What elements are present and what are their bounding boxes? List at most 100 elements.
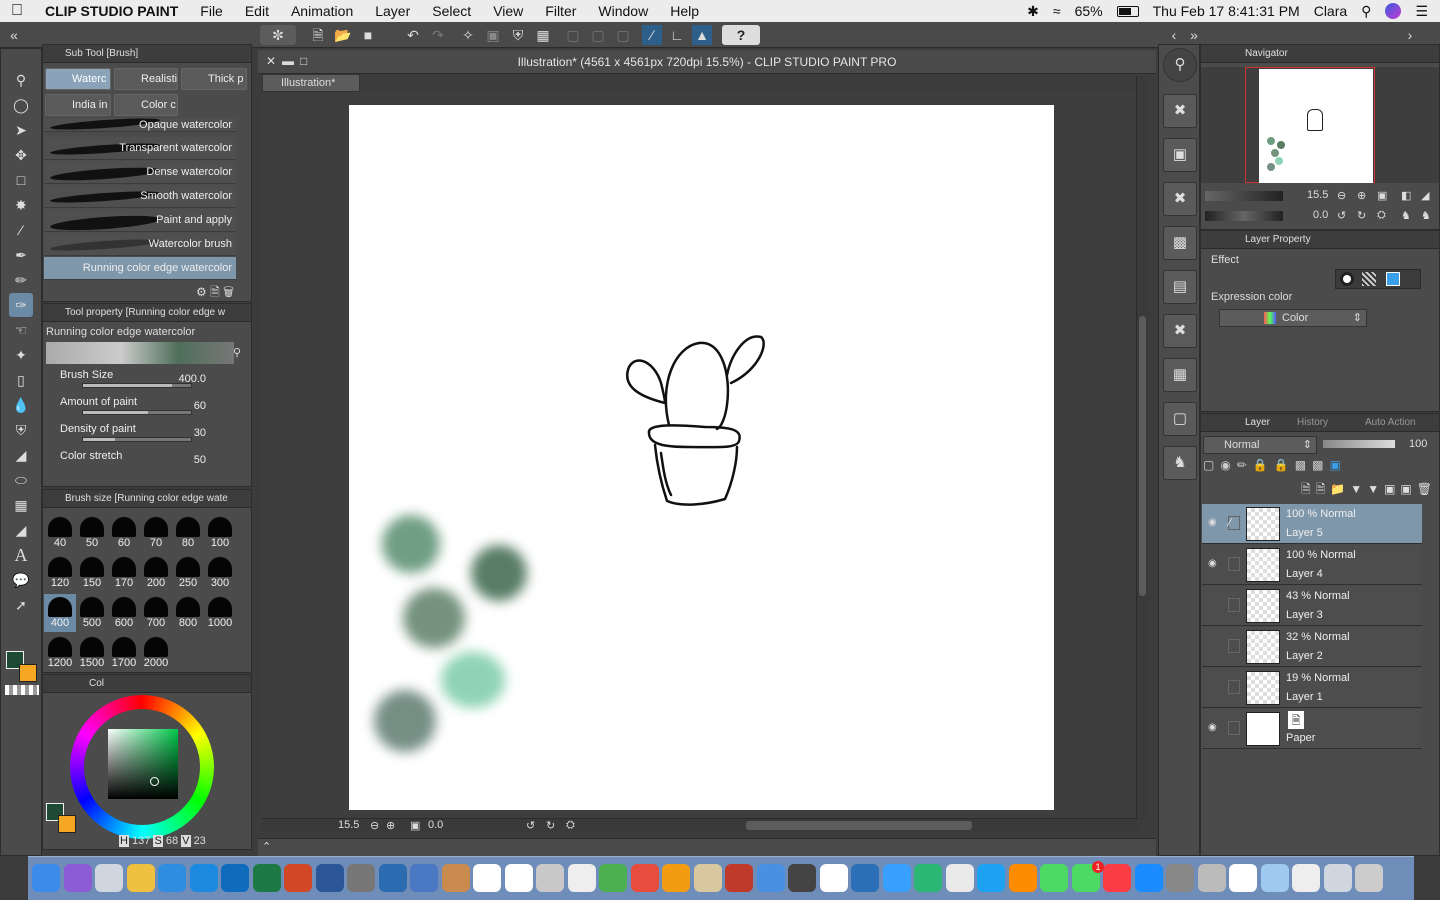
new-raster-layer-icon[interactable]: 🗎: [1301, 482, 1316, 496]
dock-app-icon[interactable]: [536, 864, 564, 892]
navigator-preview[interactable]: [1201, 67, 1439, 183]
fill-icon[interactable]: ⛨: [508, 25, 528, 45]
dock-app-icon[interactable]: [504, 864, 533, 892]
horizontal-scroll-thumb[interactable]: [746, 821, 972, 830]
clear-outside-icon[interactable]: ▣: [483, 25, 503, 45]
color-picker-cursor[interactable]: [150, 777, 159, 786]
material-icon[interactable]: ✖: [1163, 94, 1197, 128]
brush-size-preset[interactable]: 1500: [76, 634, 108, 672]
ruler-tool-icon[interactable]: ◢: [9, 518, 33, 542]
menu-window[interactable]: Window: [587, 3, 659, 19]
mask-enable-icon[interactable]: ▩: [1295, 458, 1312, 472]
saturation-value-square[interactable]: [108, 729, 178, 799]
canvas-zoom-value[interactable]: 15.5: [338, 819, 359, 831]
blend-mode-dropdown[interactable]: Normal ⇕: [1203, 436, 1317, 454]
brush-size-preset[interactable]: 1000: [204, 594, 236, 632]
move-layer-tool-icon[interactable]: ✥: [9, 143, 33, 167]
reference-layer-icon[interactable]: ◉: [1220, 458, 1236, 472]
frame-border-tool-icon[interactable]: ▦: [9, 493, 33, 517]
layer-edit-target-icon[interactable]: ∕: [1228, 516, 1240, 530]
undo-icon[interactable]: ↶: [403, 25, 423, 45]
user-name[interactable]: Clara: [1314, 3, 1347, 19]
expression-color-dropdown[interactable]: Color ⇕: [1219, 309, 1367, 327]
expand-timeline-icon[interactable]: ⌃: [262, 840, 271, 853]
layer-edit-target-icon[interactable]: [1228, 557, 1240, 571]
menu-help[interactable]: Help: [659, 3, 710, 19]
snap-to-special-ruler-icon[interactable]: ∟: [667, 25, 687, 45]
brush-size-preset[interactable]: 600: [108, 594, 140, 632]
navigator-zoom-value[interactable]: 15.5: [1307, 189, 1328, 201]
material-pattern-icon[interactable]: ✖: [1163, 182, 1197, 216]
apple-menu-icon[interactable]: : [0, 2, 34, 20]
new-vector-layer-icon[interactable]: 🗎: [1316, 482, 1331, 496]
create-mask-icon[interactable]: ▣: [1384, 482, 1400, 496]
subtool-tab-watercolor[interactable]: Waterc: [45, 68, 111, 90]
layer-color-effect-icon[interactable]: [1386, 272, 1400, 286]
ruler-display-icon[interactable]: ▩: [1312, 458, 1329, 472]
layer-row[interactable]: 🗎 ◉ Paper: [1202, 709, 1422, 749]
delete-subtool-icon[interactable]: 🗑: [223, 285, 234, 299]
brush-item-dense-watercolor[interactable]: Dense watercolor: [44, 161, 236, 184]
app-menu[interactable]: CLIP STUDIO PAINT: [34, 3, 189, 19]
navigator-flip-vertical-icon[interactable]: ♞: [1421, 209, 1431, 222]
layer-visibility-icon[interactable]: [1208, 681, 1220, 693]
dock-app-icon[interactable]: [1292, 864, 1320, 892]
new-folder-icon[interactable]: 📁: [1330, 482, 1350, 496]
dock-app-icon[interactable]: [693, 864, 722, 892]
menu-layer[interactable]: Layer: [364, 3, 421, 19]
dock-app-icon[interactable]: [189, 864, 218, 892]
merge-down-icon[interactable]: ▼: [1367, 482, 1384, 496]
dock-app-icon[interactable]: [473, 864, 501, 892]
navigator-zoom-out-icon[interactable]: ⊖: [1337, 189, 1346, 202]
dock-app-icon[interactable]: [914, 864, 942, 892]
layer-edit-target-icon[interactable]: [1228, 721, 1240, 735]
brush-size-preset[interactable]: 170: [108, 554, 140, 592]
layer-row[interactable]: 19 % Normal Layer 1: [1202, 668, 1422, 708]
tab-auto-action[interactable]: Auto Action: [1347, 414, 1416, 432]
fit-canvas-icon[interactable]: ▣: [410, 819, 420, 832]
material-tone-icon[interactable]: ▩: [1163, 226, 1197, 260]
dock-app-icon[interactable]: [851, 864, 879, 892]
battery-percent[interactable]: 65%: [1075, 3, 1103, 19]
menu-view[interactable]: View: [482, 3, 534, 19]
dock-app-icon[interactable]: [441, 864, 470, 892]
brush-size-preset[interactable]: 700: [140, 594, 172, 632]
layer-visibility-icon[interactable]: [1208, 599, 1220, 611]
prop-density-of-paint[interactable]: Density of paint 30: [44, 421, 234, 448]
brush-size-preset[interactable]: 80: [172, 514, 204, 552]
dock-app-icon[interactable]: [1323, 864, 1352, 892]
rotate-left-icon[interactable]: ↺: [526, 819, 535, 832]
layer-row[interactable]: 43 % Normal Layer 3: [1202, 586, 1422, 626]
brush-size-preset[interactable]: 2000: [140, 634, 172, 672]
dock-app-icon[interactable]: [158, 864, 186, 892]
material-3d-icon[interactable]: ▢: [1163, 402, 1197, 436]
brush-item-smooth-watercolor[interactable]: Smooth watercolor: [44, 185, 236, 208]
clear-icon[interactable]: ✧: [458, 25, 478, 45]
eyedropper-tool-icon[interactable]: ⁄: [9, 218, 33, 242]
tab-illustration[interactable]: Illustration*: [262, 74, 360, 92]
clipping-icon[interactable]: ▢: [1203, 458, 1220, 472]
rotate-right-icon[interactable]: ↻: [546, 819, 555, 832]
snap-to-grid-icon[interactable]: ▲: [692, 25, 712, 45]
brush-size-preset[interactable]: 1200: [44, 634, 76, 672]
opacity-slider[interactable]: [1323, 440, 1395, 448]
reset-rotation-icon[interactable]: ⛭: [566, 819, 575, 832]
dock-app-icon[interactable]: [1008, 864, 1037, 892]
new-file-icon[interactable]: 🗎: [308, 25, 328, 45]
layer-row[interactable]: 32 % Normal Layer 2: [1202, 627, 1422, 667]
dock-app-icon[interactable]: [1166, 864, 1194, 892]
navigator-flip-icon[interactable]: ◧: [1401, 189, 1411, 202]
dock-app-icon[interactable]: [882, 864, 911, 892]
brush-tool-icon[interactable]: ✑: [9, 293, 33, 317]
apply-mask-icon[interactable]: ▣: [1400, 482, 1416, 496]
blend-tool-icon[interactable]: 💧: [9, 393, 33, 417]
lock-layer-icon[interactable]: 🔒: [1274, 458, 1295, 472]
zoom-out-icon[interactable]: ⊖: [370, 819, 379, 832]
brush-size-preset[interactable]: 100: [204, 514, 236, 552]
prop-brush-size[interactable]: Brush Size 400.0: [44, 367, 234, 394]
pen-tool-icon[interactable]: ✒: [9, 243, 33, 267]
collapse-left-icon-2[interactable]: ‹: [1164, 25, 1184, 45]
save-icon[interactable]: ■: [358, 25, 378, 45]
menu-animation[interactable]: Animation: [280, 3, 364, 19]
dock-app-icon[interactable]: [126, 864, 155, 892]
